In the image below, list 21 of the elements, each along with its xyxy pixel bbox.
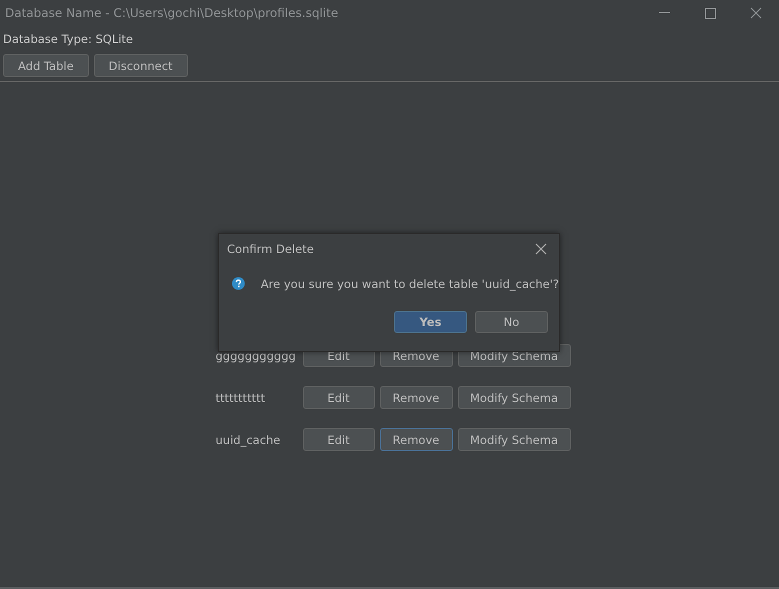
dialog-message: Are you sure you want to delete table 'uuid_cache'?	[260, 276, 559, 290]
maximize-icon[interactable]	[704, 8, 716, 18]
table-name: ttttttttttt	[216, 390, 266, 404]
table-name: uuid_cache	[216, 432, 282, 446]
table-action-button[interactable]: Modify Schema	[458, 428, 570, 451]
dialog-button[interactable]: No	[475, 311, 548, 333]
table-action-button[interactable]: Modify Schema	[458, 386, 570, 409]
dialog-button[interactable]: Yes	[394, 311, 467, 333]
table-action-button[interactable]: Remove	[380, 428, 452, 451]
dialog-title: Confirm Delete	[227, 242, 314, 256]
table-action-button[interactable]: Edit	[302, 428, 374, 451]
toolbar-button[interactable]: Add Table	[3, 54, 89, 77]
table-action-button[interactable]: Edit	[302, 386, 374, 409]
close-icon[interactable]	[535, 243, 547, 255]
toolbar-button[interactable]: Disconnect	[94, 54, 188, 77]
database-type-label: Database Type: SQLite	[2, 31, 134, 48]
minimize-icon[interactable]	[658, 12, 670, 14]
table-name: ggggggggggg	[216, 348, 297, 362]
close-icon[interactable]	[750, 7, 762, 19]
table-action-button[interactable]: Remove	[380, 386, 452, 409]
window-title: Database Name - C:\Users\gochi\Desktop\profiles.sqlite	[5, 6, 338, 20]
